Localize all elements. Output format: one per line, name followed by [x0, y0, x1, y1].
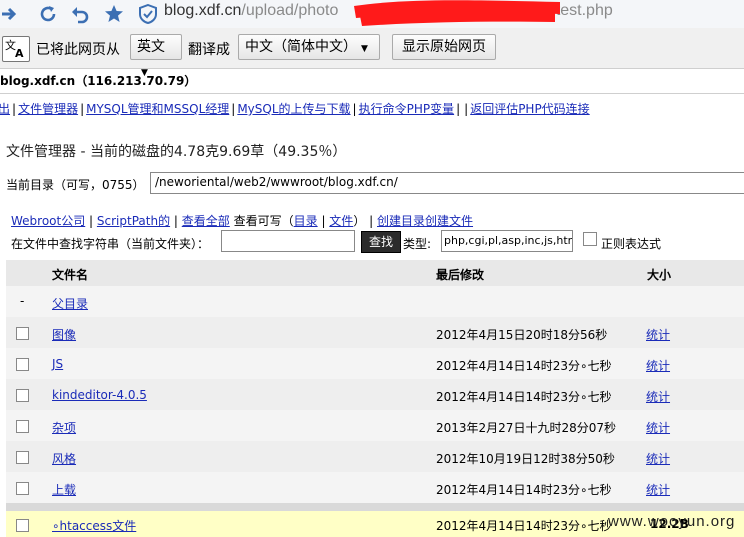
forward-arrow-icon[interactable] — [0, 4, 20, 24]
stat-link[interactable]: 统计 — [646, 388, 670, 405]
view-writable-dirs-link[interactable]: 目录 — [294, 214, 318, 228]
watermark: www.wooyun.org — [608, 513, 736, 530]
nav-mysql-upload[interactable]: MySQL的上传与下载 — [237, 102, 350, 116]
row-checkbox[interactable] — [16, 451, 29, 464]
col-size[interactable]: 大小 — [647, 266, 671, 283]
search-button[interactable]: 查找 — [361, 231, 401, 253]
paren-close: ） — [353, 214, 366, 228]
webroot-link[interactable]: Webroot公司 — [11, 214, 85, 228]
nav-exec-command[interactable]: 执行命令PHP变量 — [359, 102, 455, 116]
col-name[interactable]: 文件名 — [52, 266, 88, 283]
table-row: 上载 2012年4月14日14时23分∘七秒 统计 — [6, 472, 744, 504]
source-language-value: 英文 — [137, 39, 165, 55]
modified-date: 2013年2月27日十九时28分07秒 — [436, 421, 616, 435]
parent-dir-link[interactable]: 父目录 — [52, 295, 88, 312]
row-checkbox[interactable] — [16, 482, 29, 495]
parent-dir-row: - 父目录 — [6, 286, 744, 318]
source-language-select[interactable]: 英文▼ — [130, 34, 182, 78]
search-input[interactable] — [221, 230, 355, 252]
create-dir-link[interactable]: 创建目录 — [377, 214, 425, 228]
dir-link[interactable]: 风格 — [52, 450, 76, 467]
table-header: 文件名 最后修改 大小 — [6, 260, 744, 286]
stat-link[interactable]: 统计 — [646, 357, 670, 374]
dir-link[interactable]: JS — [52, 357, 63, 371]
file-link[interactable]: ∘htaccess文件 — [52, 517, 136, 534]
stat-link[interactable]: 统计 — [646, 326, 670, 343]
type-label: 类型: — [403, 237, 432, 251]
page-title: 文件管理器 - 当前的磁盘的4.78克9.69草（49.35％） — [6, 144, 347, 160]
type-input[interactable]: php,cgi,pl,asp,inc,js,htm — [441, 230, 573, 252]
stat-link[interactable]: 统计 — [646, 419, 670, 436]
quick-links: Webroot公司 | ScriptPath的 | 查看全部 查看可写（目录 |… — [11, 214, 474, 228]
translate-action: 翻译成 — [188, 42, 230, 58]
nav-mysql-manager[interactable]: MYSQL管理和MSSQL经理 — [86, 102, 229, 116]
regex-checkbox[interactable] — [583, 232, 597, 246]
modified-date: 2012年4月14日14时23分∘七秒 — [436, 483, 612, 497]
browser-toolbar: blog.xdf.cn/upload/photo/test.php — [0, 0, 744, 29]
translate-bar: 文A 已将此网页从 英文▼ 翻译成 中文（简体中文） ▼ 显示原始网页 — [0, 28, 744, 78]
dir-link[interactable]: kindeditor-4.0.5 — [52, 388, 147, 402]
show-original-button[interactable]: 显示原始网页 — [392, 34, 496, 60]
section-divider — [6, 503, 744, 511]
modified-date: 2012年4月15日20时18分56秒 — [436, 328, 608, 342]
target-language-value: 中文（简体中文） — [245, 39, 357, 55]
create-file-link[interactable]: 创建文件 — [425, 214, 473, 228]
table-row: 风格 2012年10月19日12时38分50秒 统计 — [6, 441, 744, 473]
nav-eval-php[interactable]: 返回评估PHP代码连接 — [470, 102, 590, 116]
stat-link[interactable]: 统计 — [646, 450, 670, 467]
refresh-icon[interactable] — [38, 4, 58, 24]
dir-link[interactable]: 图像 — [52, 326, 76, 343]
table-row: JS 2012年4月14日14时23分∘七秒 统计 — [6, 348, 744, 380]
url-path: /upload/photo — [241, 2, 339, 19]
search-row: 在文件中查找字符串（当前文件夹）： 查找 类型: php,cgi,pl,asp,… — [11, 230, 744, 256]
undo-icon[interactable] — [70, 4, 90, 24]
host-info: blog.xdf.cn（116.213.70.79） — [0, 74, 197, 88]
shield-icon — [139, 4, 157, 24]
nav-file-manager[interactable]: 文件管理器 — [18, 102, 78, 116]
modified-date: 2012年4月14日14时23分∘七秒 — [436, 359, 612, 373]
stat-link[interactable]: 统计 — [646, 481, 670, 498]
nav-logout[interactable]: 登出 — [0, 102, 10, 116]
redaction-scribble — [354, 0, 560, 26]
cwd-label: 当前目录（可写，0755） — [6, 178, 145, 192]
dir-link[interactable]: 上载 — [52, 481, 76, 498]
row-checkbox[interactable] — [16, 327, 29, 340]
table-row: 图像 2012年4月15日20时18分56秒 统计 — [6, 317, 744, 349]
divider — [0, 93, 744, 94]
translate-prompt: 已将此网页从 — [36, 42, 120, 58]
view-all-link[interactable]: 查看全部 — [182, 214, 230, 228]
modified-date: 2012年4月14日14时23分∘七秒 — [436, 390, 612, 404]
modified-date: 2012年4月14日14时23分∘七秒 — [436, 519, 612, 533]
dropdown-arrow-icon: ▼ — [361, 44, 368, 54]
target-language-select[interactable]: 中文（简体中文） ▼ — [238, 34, 380, 60]
search-label: 在文件中查找字符串（当前文件夹）： — [11, 237, 210, 251]
parent-dash: - — [20, 294, 25, 308]
row-checkbox[interactable] — [16, 420, 29, 433]
scriptpath-link[interactable]: ScriptPath的 — [97, 214, 170, 228]
translate-icon: 文A — [2, 36, 30, 62]
row-checkbox[interactable] — [16, 358, 29, 371]
view-writable-files-link[interactable]: 文件 — [329, 214, 353, 228]
view-writable-label: 查看可写（ — [233, 214, 294, 228]
table-row: kindeditor-4.0.5 2012年4月14日14时23分∘七秒 统计 — [6, 379, 744, 411]
url-host: blog.xdf.cn — [164, 2, 242, 19]
row-checkbox[interactable] — [16, 519, 29, 532]
cwd-input[interactable]: /neworiental/web2/wwwroot/blog.xdf.cn/ — [150, 172, 744, 194]
star-bookmark-icon[interactable] — [104, 4, 124, 24]
col-modified[interactable]: 最后修改 — [436, 266, 484, 283]
table-row: 杂项 2013年2月27日十九时28分07秒 统计 — [6, 410, 744, 442]
modified-date: 2012年10月19日12时38分50秒 — [436, 452, 615, 466]
dir-link[interactable]: 杂项 — [52, 419, 76, 436]
row-checkbox[interactable] — [16, 389, 29, 402]
regex-label: 正则表达式 — [601, 237, 662, 251]
top-nav: 登出|文件管理器|MYSQL管理和MSSQL经理|MySQL的上传与下载|执行命… — [0, 100, 590, 117]
